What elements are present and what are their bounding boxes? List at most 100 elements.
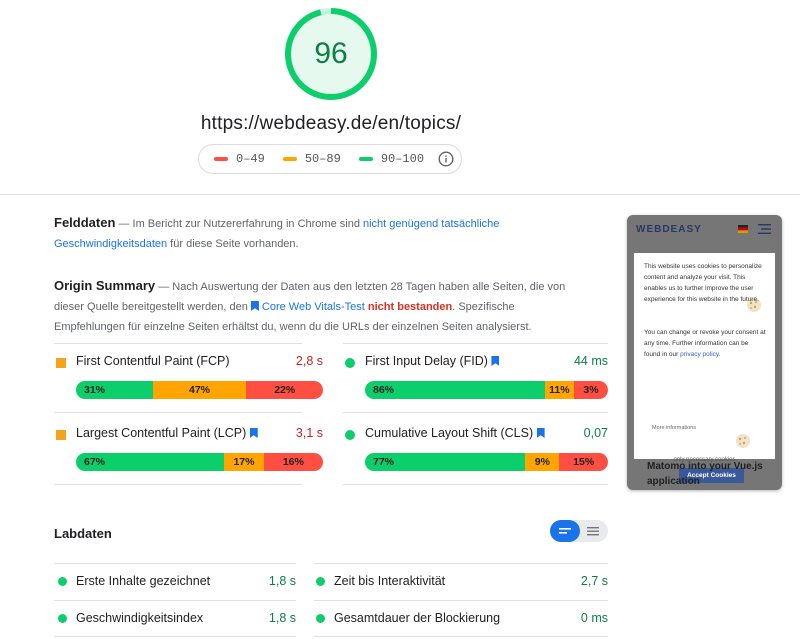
pass-dash-icon (358, 157, 373, 161)
field-data-title: Felddaten (54, 215, 116, 230)
cookie-text-consent: You can change or revoke your consent at… (644, 329, 766, 358)
pass-circle-icon (345, 358, 355, 368)
pass-circle-icon (316, 614, 325, 623)
lab-metric-name: Zeit bis Interaktivität (334, 574, 446, 588)
metric-cls: Cumulative Layout Shift (CLS) 0,07 77% 9… (345, 424, 608, 474)
poor-segment: 22% (246, 381, 323, 399)
legend-label: 50–89 (304, 152, 341, 166)
metric-name: First Input Delay (FID) (365, 354, 502, 368)
metric-value: 44 ms (573, 354, 608, 368)
legend-label: 90–100 (380, 152, 425, 166)
divider (314, 600, 608, 601)
divider (314, 636, 608, 637)
lab-metric-name: Erste Inhalte gezeichnet (76, 574, 211, 588)
german-flag-icon (738, 225, 748, 233)
average-dash-icon (282, 157, 297, 161)
origin-summary-section: Origin Summary — Nach Auswertung der Dat… (54, 276, 566, 337)
info-icon[interactable] (438, 151, 454, 167)
divider (54, 484, 302, 485)
lab-metric-name: Gesamtdauer der Blockierung (334, 611, 501, 625)
bookmark-icon (250, 301, 259, 311)
fail-dash-icon (214, 157, 228, 161)
lab-metric-speed-index: Geschwindigkeitsindex 1,8 s (54, 605, 296, 635)
lab-metric-tti: Zeit bis Interaktivität 2,7 s (312, 568, 608, 598)
divider (54, 600, 296, 601)
expanded-list-icon[interactable] (580, 520, 608, 542)
metric-value: 3,1 s (295, 426, 323, 440)
good-segment: 31% (76, 381, 153, 399)
legend-item-fail: 0–49 (214, 152, 265, 166)
good-segment: 86% (365, 381, 545, 399)
metric-name: First Contentful Paint (FCP) (76, 354, 230, 368)
divider (54, 563, 296, 564)
lab-metric-tbt: Gesamtdauer der Blockierung 0 ms (312, 605, 608, 635)
article-title: Matomo into your Vue.js application (647, 461, 763, 487)
average-segment: 11% (544, 381, 574, 399)
average-segment: 17% (224, 453, 264, 471)
poor-segment: 3% (573, 381, 608, 399)
metric-fcp: First Contentful Paint (FCP) 2,8 s 31% 4… (56, 352, 323, 402)
metric-name: Cumulative Layout Shift (CLS) (365, 426, 548, 440)
lab-metric-value: 1,8 s (268, 611, 296, 625)
origin-summary-title: Origin Summary (54, 278, 156, 293)
divider (314, 563, 608, 564)
lab-metric-value: 1,8 s (268, 574, 296, 588)
poor-segment: 16% (263, 453, 323, 471)
lab-metric-name: Geschwindigkeitsindex (76, 611, 204, 625)
page-url: https://webdeasy.de/en/topics/ (200, 113, 462, 134)
divider (343, 343, 608, 344)
cookie-icon (736, 434, 750, 448)
distribution-bar: 31% 47% 22% (76, 381, 323, 399)
divider (54, 636, 296, 637)
average-square-icon (56, 358, 66, 368)
cookie-consent-dialog: This website uses cookies to personalize… (634, 253, 775, 483)
divider (343, 412, 608, 413)
metric-value: 2,8 s (295, 354, 323, 368)
pass-circle-icon (316, 577, 325, 586)
field-data-section: Felddaten — Im Bericht zur Nutzererfahru… (54, 213, 566, 254)
pass-circle-icon (58, 577, 67, 586)
field-data-text-end: für diese Seite vorhanden. (167, 238, 299, 250)
failed-label: nicht bestanden (367, 301, 453, 313)
lab-metric-fcp: Erste Inhalte gezeichnet 1,8 s (54, 568, 296, 598)
compact-view-button[interactable] (550, 520, 580, 542)
legend-item-pass: 90–100 (358, 152, 425, 166)
average-square-icon (56, 430, 66, 440)
divider (343, 484, 608, 485)
bookmark-icon (491, 356, 500, 366)
header-divider (0, 194, 800, 195)
performance-score: 96 (314, 37, 348, 70)
screenshot-header: WEBDEASY (627, 215, 782, 245)
distribution-bar: 77% 9% 15% (365, 453, 608, 471)
pass-circle-icon (345, 430, 355, 440)
average-segment: 47% (152, 381, 247, 399)
cookie-text: This website uses cookies to personalize… (644, 263, 762, 303)
hamburger-menu-icon (758, 224, 771, 234)
poor-segment: 15% (559, 453, 608, 471)
metric-fid: First Input Delay (FID) 44 ms 86% 11% 3% (345, 352, 608, 402)
page-screenshot: WEBDEASY This website uses cookies to pe… (627, 215, 782, 490)
divider (54, 412, 302, 413)
lab-metric-value: 2,7 s (580, 574, 608, 588)
bookmark-icon (536, 428, 545, 438)
core-web-vitals-link[interactable]: Core Web Vitals-Test (262, 301, 365, 313)
divider (54, 343, 302, 344)
legend-label: 0–49 (236, 152, 265, 166)
distribution-bar: 86% 11% 3% (365, 381, 608, 399)
field-data-text: — Im Bericht zur Nutzererfahrung in Chro… (115, 218, 363, 230)
metric-name: Largest Contentful Paint (LCP) (76, 426, 261, 440)
lab-metric-value: 0 ms (580, 611, 608, 625)
good-segment: 77% (365, 453, 526, 471)
score-legend: 0–49 50–89 90–100 (198, 144, 462, 174)
more-info-link: More informations (652, 425, 697, 431)
compact-list-icon (559, 528, 571, 534)
bookmark-icon (249, 428, 258, 438)
average-segment: 9% (525, 453, 560, 471)
legend-item-average: 50–89 (282, 152, 341, 166)
good-segment: 67% (76, 453, 225, 471)
site-logo: WEBDEASY (636, 224, 702, 235)
view-toggle[interactable] (550, 520, 608, 542)
pass-circle-icon (58, 614, 67, 623)
metric-value: 0,07 (583, 426, 608, 440)
distribution-bar: 67% 17% 16% (76, 453, 323, 471)
